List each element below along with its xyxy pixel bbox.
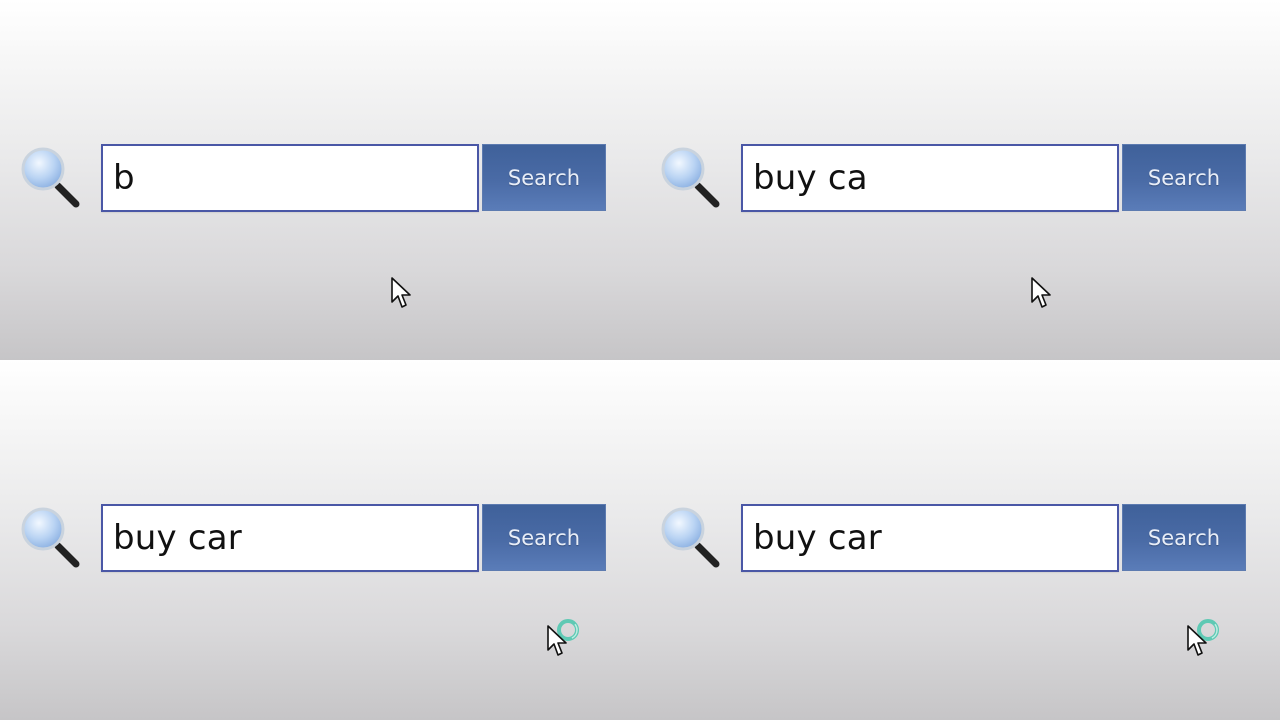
magnifying-glass-icon — [661, 507, 720, 568]
search-query: buy ca — [753, 158, 868, 198]
search-input[interactable]: buy car — [101, 504, 479, 572]
frame-4: buy car Search — [640, 360, 1280, 720]
search-query: buy car — [113, 518, 242, 558]
frame-1: b Search — [0, 0, 640, 360]
search-input[interactable]: buy ca — [741, 144, 1119, 212]
frame-3: buy car Search — [0, 360, 640, 720]
mouse-pointer-icon — [1187, 625, 1207, 656]
mouse-pointer-icon — [391, 277, 411, 308]
search-query: buy car — [753, 518, 882, 558]
magnifying-glass-icon — [661, 147, 720, 208]
search-input[interactable]: b — [101, 144, 479, 212]
magnifying-glass-icon — [21, 507, 80, 568]
search-query: b — [113, 158, 135, 198]
frame-2: buy ca Search — [640, 0, 1280, 360]
mouse-pointer-icon — [1031, 277, 1051, 308]
search-button[interactable]: Search — [1122, 504, 1246, 571]
search-button[interactable]: Search — [482, 144, 606, 211]
mouse-pointer-icon — [547, 625, 567, 656]
magnifying-glass-icon — [21, 147, 80, 208]
search-button[interactable]: Search — [482, 504, 606, 571]
search-input[interactable]: buy car — [741, 504, 1119, 572]
search-button[interactable]: Search — [1122, 144, 1246, 211]
